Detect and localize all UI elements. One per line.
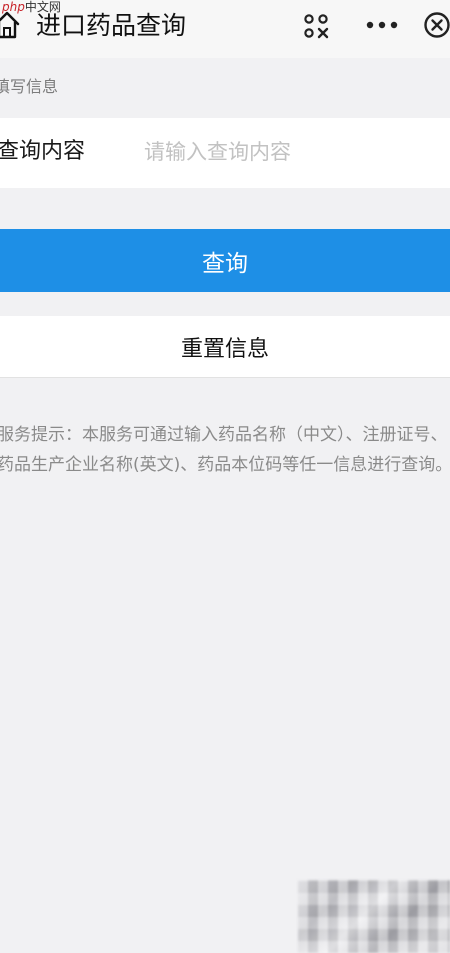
- navbar: php中文网 进口药品查询: [0, 0, 450, 58]
- query-input[interactable]: [140, 134, 444, 170]
- query-field-row: 查询内容: [0, 118, 450, 188]
- home-icon[interactable]: [0, 10, 20, 40]
- service-tip: 服务提示：本服务可通过输入药品名称（中文）、注册证号、药品生产企业名称(英文)、…: [0, 425, 450, 475]
- scan-icon[interactable]: [303, 13, 329, 39]
- more-icon[interactable]: [366, 18, 398, 32]
- query-field-label: 查询内容: [0, 139, 86, 164]
- blurred-image-corner: [298, 880, 450, 953]
- query-button[interactable]: 查询: [0, 229, 450, 292]
- section-label: 填写信息: [0, 77, 59, 96]
- page-title: 进口药品查询: [36, 11, 187, 40]
- close-circle-icon[interactable]: [423, 11, 450, 39]
- reset-button[interactable]: 重置信息: [0, 316, 450, 378]
